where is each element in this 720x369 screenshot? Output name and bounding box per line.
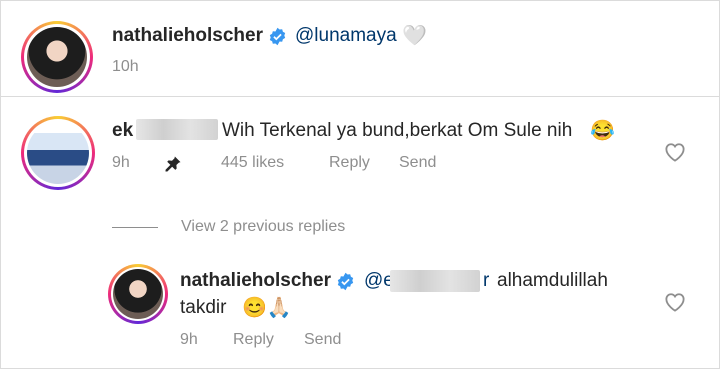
reply-text-line2: takdir <box>180 297 227 318</box>
reply-send-button[interactable]: Send <box>304 331 341 349</box>
header-divider <box>1 96 719 97</box>
avatar-reply-nathalieholscher[interactable] <box>108 264 168 324</box>
reply-mention-suffix[interactable]: r <box>483 270 489 292</box>
replies-line <box>112 227 158 228</box>
comment-likes[interactable]: 445 likes <box>221 154 284 172</box>
smile-pray-emojis: 😊🙏🏻 <box>242 297 292 319</box>
comment-timestamp: 9h <box>112 154 130 171</box>
avatar-commenter[interactable] <box>21 116 95 190</box>
reply-reply-button[interactable]: Reply <box>233 331 274 349</box>
reply-timestamp: 9h <box>180 331 198 348</box>
reply-username[interactable]: nathalieholscher <box>180 270 331 292</box>
avatar-nathalieholscher[interactable] <box>21 21 93 93</box>
post-timestamp: 10h <box>112 58 139 75</box>
reply-like-heart-icon[interactable] <box>664 292 686 312</box>
view-previous-replies[interactable]: View 2 previous replies <box>181 218 345 236</box>
laughing-emoji: 😂 <box>590 120 615 142</box>
profile-photo <box>27 27 87 87</box>
comment-text: Wih Terkenal ya bund,berkat Om Sule nih <box>222 120 573 141</box>
redacted-mention <box>390 270 480 292</box>
caption-mention[interactable]: @lunamaya <box>295 25 397 47</box>
profile-photo <box>27 122 89 184</box>
profile-photo <box>113 269 163 319</box>
verified-badge-icon <box>337 272 354 291</box>
comment-panel <box>0 0 720 369</box>
white-heart-emoji: 🤍 <box>402 25 427 47</box>
post-username[interactable]: nathalieholscher <box>112 25 263 47</box>
comment-send-button[interactable]: Send <box>399 154 436 172</box>
reply-text-line1: alhamdulillah <box>497 270 608 291</box>
comment-reply-button[interactable]: Reply <box>329 154 370 172</box>
comment-username[interactable]: ek <box>112 120 133 142</box>
pin-icon <box>165 156 181 172</box>
verified-badge-icon <box>269 27 286 46</box>
redacted-username <box>136 119 218 140</box>
like-heart-icon[interactable] <box>664 142 686 162</box>
